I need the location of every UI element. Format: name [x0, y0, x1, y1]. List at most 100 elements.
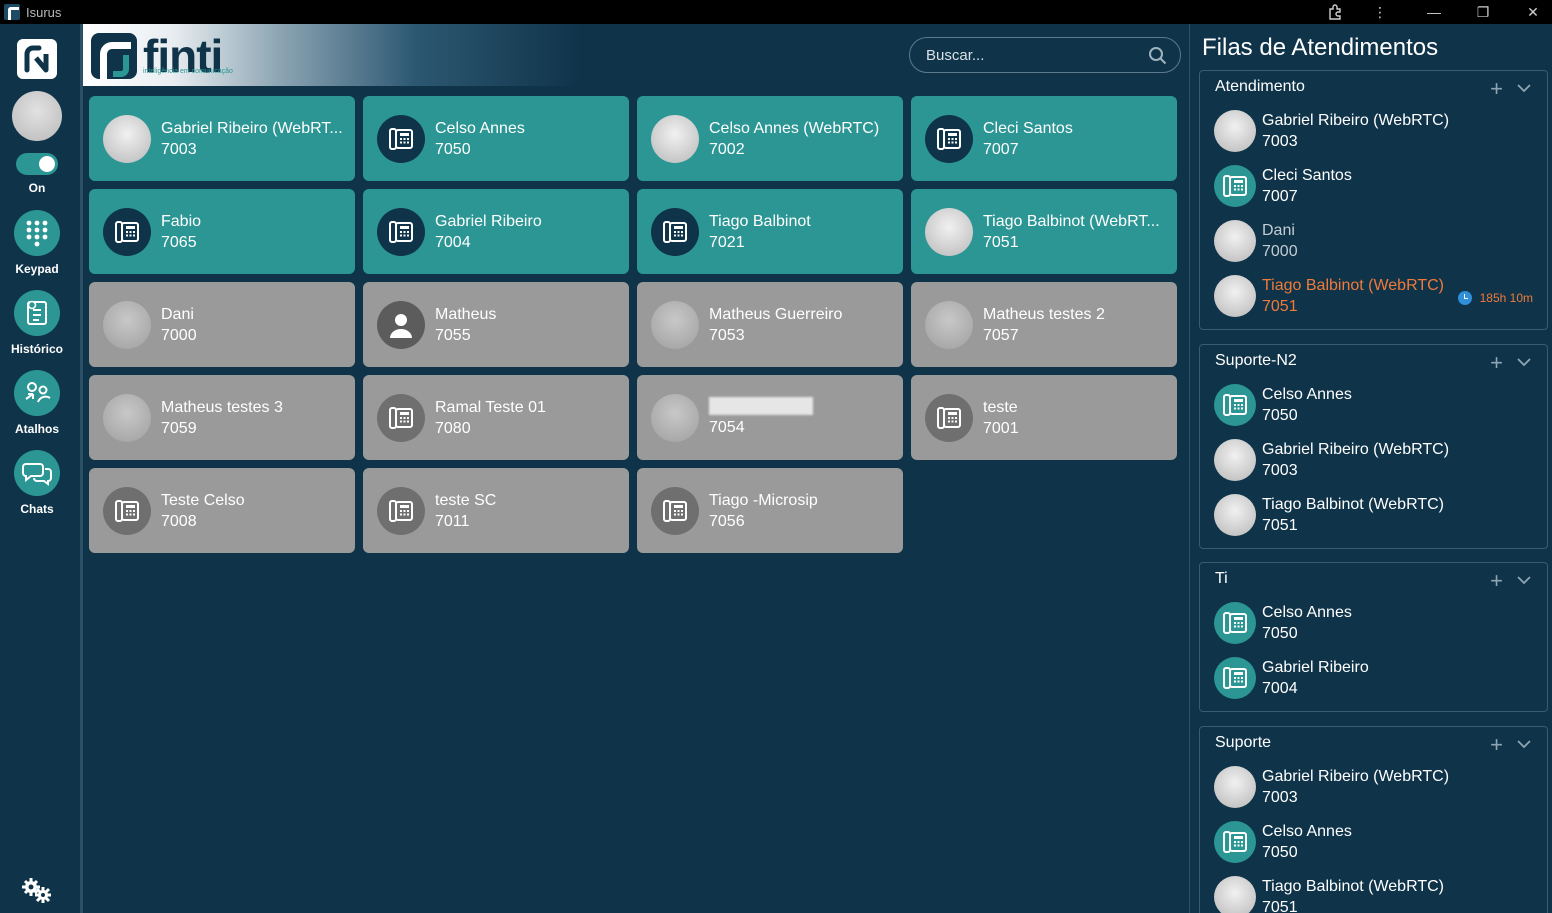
chats-icon: [14, 450, 60, 496]
desk-phone-icon: [651, 207, 699, 256]
extension-name: Matheus Guerreiro: [709, 305, 843, 323]
nav-keypad[interactable]: Keypad: [0, 210, 74, 276]
extension-card[interactable]: teste 7001: [911, 375, 1177, 460]
settings-gear-icon[interactable]: [20, 876, 54, 906]
queues-title: Filas de Atendimentos: [1202, 34, 1439, 61]
extension-card[interactable]: Cleci Santos 7007: [911, 96, 1177, 181]
contact-photo: [103, 300, 151, 349]
extension-number: 7001: [983, 419, 1019, 437]
contact-photo: [1214, 875, 1256, 913]
member-extension: 7051: [1262, 516, 1298, 534]
queue-member[interactable]: Celso Annes 7050: [1200, 814, 1547, 869]
member-name: Gabriel Ribeiro: [1262, 658, 1369, 676]
extension-name: Tiago Balbinot (WebRT...: [983, 212, 1160, 230]
extension-card[interactable]: Celso Annes (WebRTC) 7002: [637, 96, 903, 181]
search-icon[interactable]: [1148, 46, 1168, 66]
desk-phone-icon: [103, 207, 151, 256]
chevron-down-icon[interactable]: [1517, 355, 1531, 369]
desk-phone-icon: [651, 486, 699, 535]
queue-header[interactable]: Ti +: [1200, 563, 1547, 595]
extension-card[interactable]: Matheus Guerreiro 7053: [637, 282, 903, 367]
member-name: Celso Annes: [1262, 603, 1352, 621]
queue-member[interactable]: Celso Annes 7050: [1200, 377, 1547, 432]
queue-header[interactable]: Atendimento +: [1200, 71, 1547, 103]
nav-chats[interactable]: Chats: [0, 450, 74, 516]
extension-name: Matheus testes 2: [983, 305, 1105, 323]
extension-card[interactable]: Matheus 7055: [363, 282, 629, 367]
member-extension: 7003: [1262, 132, 1298, 150]
member-name: Cleci Santos: [1262, 166, 1352, 184]
extension-card[interactable]: Teste Celso 7008: [89, 468, 355, 553]
add-member-plus-icon[interactable]: +: [1490, 76, 1503, 102]
desk-phone-icon: [1214, 656, 1256, 699]
queue-card: Ti + Celso Annes 7050 Gabriel Ribeiro 7004: [1199, 562, 1548, 712]
extension-card[interactable]: 7054: [637, 375, 903, 460]
member-name: Tiago Balbinot (WebRTC): [1262, 495, 1444, 513]
add-member-plus-icon[interactable]: +: [1490, 350, 1503, 376]
contact-photo: [651, 300, 699, 349]
queue-name: Ti: [1215, 570, 1228, 587]
extension-number: 7011: [435, 512, 470, 530]
extension-card[interactable]: Gabriel Ribeiro 7004: [363, 189, 629, 274]
close-button[interactable]: ✕: [1518, 0, 1548, 24]
queue-header[interactable]: Suporte-N2 +: [1200, 345, 1547, 377]
extension-card[interactable]: Matheus testes 3 7059: [89, 375, 355, 460]
desk-phone-icon: [377, 114, 425, 163]
extension-card[interactable]: Tiago Balbinot 7021: [637, 189, 903, 274]
member-extension: 7051: [1262, 898, 1298, 913]
queue-member[interactable]: Tiago Balbinot (WebRTC) 7051: [1200, 487, 1547, 542]
extension-name: Cleci Santos: [983, 119, 1073, 137]
extension-card[interactable]: Dani 7000: [89, 282, 355, 367]
desk-phone-icon: [103, 486, 151, 535]
extension-card[interactable]: Gabriel Ribeiro (WebRT... 7003: [89, 96, 355, 181]
search-box[interactable]: [909, 37, 1181, 73]
extension-card[interactable]: Ramal Teste 01 7080: [363, 375, 629, 460]
extension-number: 7008: [161, 512, 197, 530]
queue-card: Suporte + Gabriel Ribeiro (WebRTC) 7003 Cels…: [1199, 726, 1548, 913]
extension-number: 7054: [709, 419, 745, 436]
app-icon: [4, 4, 20, 20]
add-member-plus-icon[interactable]: +: [1490, 568, 1503, 594]
queue-card: Atendimento + Gabriel Ribeiro (WebRTC) 7003…: [1199, 70, 1548, 330]
main-area: finti inteligência em comunicação Gabrie…: [80, 24, 1189, 913]
nav-atalhos[interactable]: Atalhos: [0, 370, 74, 436]
extensions-icon[interactable]: [1321, 0, 1351, 24]
restore-button[interactable]: ❐: [1468, 0, 1498, 24]
member-name: Dani: [1262, 221, 1295, 239]
minimize-button[interactable]: —: [1419, 0, 1449, 24]
extension-card[interactable]: Matheus testes 2 7057: [911, 282, 1177, 367]
contact-photo: [925, 300, 973, 349]
queue-member[interactable]: Tiago Balbinot (WebRTC) 7051: [1200, 869, 1547, 913]
queue-name: Suporte: [1215, 734, 1272, 751]
queue-header[interactable]: Suporte +: [1200, 727, 1547, 759]
queue-member[interactable]: Gabriel Ribeiro (WebRTC) 7003: [1200, 432, 1547, 487]
queue-member[interactable]: Celso Annes 7050: [1200, 595, 1547, 650]
status-toggle[interactable]: [16, 153, 58, 175]
contact-photo: [651, 114, 699, 163]
queue-member[interactable]: Cleci Santos 7007: [1200, 158, 1547, 213]
nav-historico[interactable]: Histórico: [0, 290, 74, 356]
extension-card[interactable]: Tiago Balbinot (WebRT... 7051: [911, 189, 1177, 274]
queue-member[interactable]: Gabriel Ribeiro (WebRTC) 7003: [1200, 759, 1547, 814]
queue-member[interactable]: Gabriel Ribeiro 7004: [1200, 650, 1547, 705]
clock-icon: [1457, 291, 1472, 305]
queue-name: Atendimento: [1215, 78, 1305, 95]
contact-photo: [1214, 493, 1256, 536]
queue-member[interactable]: Dani 7000: [1200, 213, 1547, 268]
user-avatar[interactable]: [12, 91, 62, 141]
status-label: On: [28, 181, 46, 195]
extension-card[interactable]: Celso Annes 7050: [363, 96, 629, 181]
queue-member[interactable]: Gabriel Ribeiro (WebRTC) 7003: [1200, 103, 1547, 158]
extension-card[interactable]: Tiago -Microsip 7056: [637, 468, 903, 553]
extension-card[interactable]: teste SC 7011: [363, 468, 629, 553]
menu-icon[interactable]: ⋮: [1365, 0, 1395, 24]
search-input[interactable]: [926, 46, 1136, 64]
chevron-down-icon[interactable]: [1517, 81, 1531, 95]
extension-number: 7059: [161, 419, 197, 437]
queue-member[interactable]: Tiago Balbinot (WebRTC) 7051 185h 10m: [1200, 268, 1547, 323]
add-member-plus-icon[interactable]: +: [1490, 732, 1503, 758]
chevron-down-icon[interactable]: [1517, 573, 1531, 587]
member-extension: 7004: [1262, 679, 1298, 697]
chevron-down-icon[interactable]: [1517, 737, 1531, 751]
extension-card[interactable]: Fabio 7065: [89, 189, 355, 274]
